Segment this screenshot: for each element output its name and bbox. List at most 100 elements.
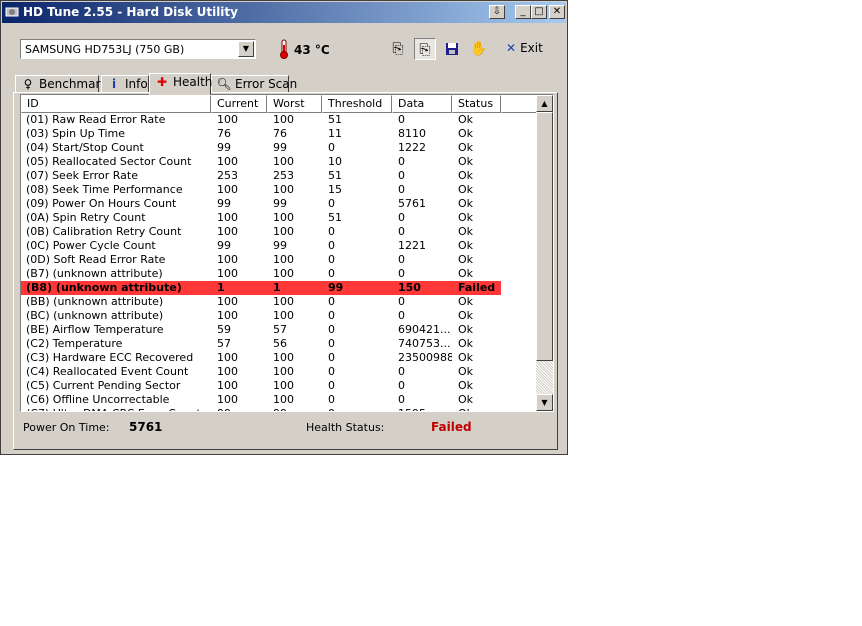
cell-status: Ok	[458, 113, 474, 126]
table-row[interactable]: (0C) Power Cycle Count 99 99 0 1221 Ok	[21, 239, 537, 253]
benchmark-icon: ♀	[23, 77, 33, 91]
cell-worst: 57	[273, 323, 287, 336]
column-header-id[interactable]: ID	[21, 95, 211, 113]
cell-data: 0	[398, 393, 405, 406]
table-row[interactable]: (BE) Airflow Temperature 59 57 0 690421... Ok	[21, 323, 537, 337]
cell-data: 23500988	[398, 351, 452, 364]
table-row[interactable]: (C6) Offline Uncorrectable 100 100 0 0 Ok	[21, 393, 537, 407]
cell-current: 1	[217, 281, 225, 294]
table-row[interactable]: (04) Start/Stop Count 99 99 0 1222 Ok	[21, 141, 537, 155]
table-row[interactable]: (01) Raw Read Error Rate 100 100 51 0 Ok	[21, 113, 537, 127]
power-on-time-value: 5761	[129, 420, 163, 434]
tab-info[interactable]: i Info	[101, 75, 149, 93]
info-icon: i	[111, 77, 117, 91]
cell-threshold: 51	[328, 113, 342, 126]
table-row[interactable]: (07) Seek Error Rate 253 253 51 0 Ok	[21, 169, 537, 183]
cell-data: 0	[398, 225, 405, 238]
column-header-threshold[interactable]: Threshold	[322, 95, 392, 113]
cell-data: 0	[398, 309, 405, 322]
table-row[interactable]: (03) Spin Up Time 76 76 11 8110 Ok	[21, 127, 537, 141]
column-header-status[interactable]: Status	[452, 95, 501, 113]
column-header-current[interactable]: Current	[211, 95, 267, 113]
scroll-thumb[interactable]	[536, 112, 553, 361]
cell-worst: 100	[273, 155, 294, 168]
table-row[interactable]: (05) Reallocated Sector Count 100 100 10 0 Ok	[21, 155, 537, 169]
cell-id: (0C) Power Cycle Count	[26, 239, 156, 252]
table-row[interactable]: (0A) Spin Retry Count 100 100 51 0 Ok	[21, 211, 537, 225]
tab-error-scan[interactable]: 🔍︎ Error Scan	[211, 75, 297, 93]
column-header-worst[interactable]: Worst	[267, 95, 322, 113]
tab-benchmark-label: Benchmark	[39, 77, 108, 91]
minimize-to-tray-button[interactable]: ⇩	[489, 5, 505, 19]
scroll-track[interactable]	[536, 361, 553, 394]
cell-status: Ok	[458, 197, 474, 210]
copy-icon[interactable]: ⎘	[387, 38, 409, 60]
cell-threshold: 0	[328, 365, 335, 378]
cell-threshold: 0	[328, 239, 335, 252]
drive-select[interactable]: SAMSUNG HD753LJ (750 GB) ▼	[20, 39, 256, 59]
close-button[interactable]: ✕	[549, 5, 565, 19]
cell-data: 1221	[398, 239, 426, 252]
table-row[interactable]: (C2) Temperature 57 56 0 740753... Ok	[21, 337, 537, 351]
cell-threshold: 0	[328, 253, 335, 266]
cell-threshold: 0	[328, 309, 335, 322]
table-row[interactable]: (C5) Current Pending Sector 100 100 0 0 Ok	[21, 379, 537, 393]
copy-all-icon[interactable]: ⎘	[414, 38, 436, 60]
cell-data: 1595	[398, 407, 452, 411]
cell-current: 57	[217, 337, 231, 350]
vertical-scrollbar[interactable]: ▲ ▼	[536, 95, 553, 411]
table-row[interactable]: (C7) Ultra DMA CRC Error Count 99 99 0 1595 O…	[21, 407, 537, 411]
scroll-down-icon[interactable]: ▼	[536, 394, 553, 411]
thermometer-icon	[280, 39, 288, 59]
cell-id: (C2) Temperature	[26, 337, 123, 350]
cell-threshold: 99	[328, 281, 344, 294]
cell-data: 0	[398, 155, 405, 168]
cell-current: 100	[217, 393, 238, 406]
options-icon[interactable]: ✋	[468, 38, 490, 60]
cell-threshold: 0	[328, 267, 335, 280]
temperature-value: 43 °C	[294, 43, 330, 57]
table-row[interactable]: (BC) (unknown attribute) 100 100 0 0 Ok	[21, 309, 537, 323]
table-row[interactable]: (08) Seek Time Performance 100 100 15 0 Ok	[21, 183, 537, 197]
cell-status: Ok	[458, 351, 474, 364]
table-row[interactable]: (09) Power On Hours Count 99 99 0 5761 Ok	[21, 197, 537, 211]
table-row[interactable]: (0D) Soft Read Error Rate 100 100 0 0 Ok	[21, 253, 537, 267]
tab-benchmark[interactable]: ♀ Benchmark	[15, 75, 107, 93]
table-row[interactable]: (C3) Hardware ECC Recovered 100 100 0 235009…	[21, 351, 537, 365]
cell-id: (B7) (unknown attribute)	[26, 267, 163, 280]
cell-id: (BC) (unknown attribute)	[26, 309, 164, 322]
cell-id: (04) Start/Stop Count	[26, 141, 144, 154]
cell-data: 0	[398, 183, 405, 196]
tab-health[interactable]: ✚ Health	[149, 73, 212, 95]
smart-attribute-list[interactable]: ID Current Worst Threshold Data Status (…	[20, 94, 554, 412]
table-row[interactable]: (0B) Calibration Retry Count 100 100 0 0 Ok	[21, 225, 537, 239]
cell-status: Ok	[458, 183, 474, 196]
cell-data: 0	[398, 253, 405, 266]
column-header-data[interactable]: Data	[392, 95, 452, 113]
tab-info-label: Info	[125, 77, 148, 91]
cell-status: Ok	[458, 267, 474, 280]
maximize-button[interactable]: □	[531, 5, 547, 19]
cell-current: 100	[217, 211, 238, 224]
cell-worst: 100	[273, 253, 294, 266]
table-row[interactable]: (C4) Reallocated Event Count 100 100 0 0 Ok	[21, 365, 537, 379]
chevron-down-icon[interactable]: ▼	[238, 41, 254, 57]
cell-id: (0A) Spin Retry Count	[26, 211, 146, 224]
table-row[interactable]: (B7) (unknown attribute) 100 100 0 0 Ok	[21, 267, 537, 281]
minimize-button[interactable]: _	[515, 5, 531, 19]
table-row[interactable]: (BB) (unknown attribute) 100 100 0 0 Ok	[21, 295, 537, 309]
scroll-up-icon[interactable]: ▲	[536, 95, 553, 112]
cell-worst: 100	[273, 365, 294, 378]
save-icon[interactable]	[441, 38, 463, 60]
cell-id: (0D) Soft Read Error Rate	[26, 253, 166, 266]
table-row-failed[interactable]: (B8) (unknown attribute) 1 1 99 150 Failed	[21, 281, 501, 295]
cell-worst: 100	[273, 225, 294, 238]
cell-id: (01) Raw Read Error Rate	[26, 113, 166, 126]
title-bar[interactable]: HD Tune 2.55 - Hard Disk Utility ⇩ _ □ ✕	[2, 2, 566, 23]
cell-data: 0	[398, 295, 405, 308]
cell-worst: 100	[273, 183, 294, 196]
cell-data: 0	[398, 169, 405, 182]
exit-button[interactable]: ✕ Exit	[506, 41, 543, 55]
cell-worst: 100	[273, 351, 294, 364]
cell-id: (C3) Hardware ECC Recovered	[26, 351, 194, 364]
